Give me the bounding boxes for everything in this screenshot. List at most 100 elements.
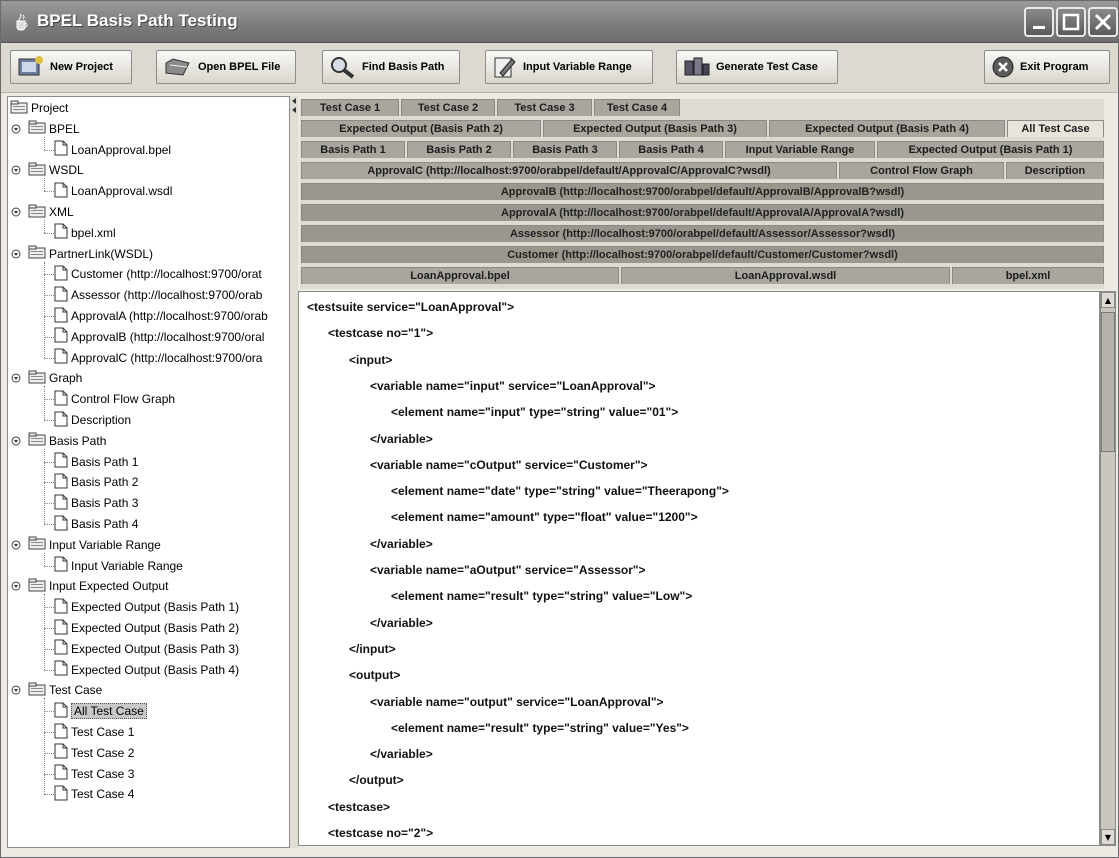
expand-toggle-icon[interactable] [11, 165, 21, 175]
tree-loanapproval-bpel[interactable]: LoanApproval.bpel [54, 140, 171, 160]
tree-expected-output-bp1[interactable]: Expected Output (Basis Path 1) [54, 597, 239, 617]
tree-project[interactable]: Project [10, 98, 68, 118]
tab-row-1: Test Case 1 Test Case 2 Test Case 3 Test… [300, 99, 1104, 116]
tree-input-variable-range-group[interactable]: Input Variable Range [28, 535, 161, 555]
tree-pl-approvalc[interactable]: ApprovalC (http://localhost:9700/ora [54, 348, 262, 368]
scroll-up-arrow[interactable]: ▲ [1101, 292, 1115, 308]
exit-program-button[interactable]: Exit Program [984, 50, 1110, 84]
tree-test-case[interactable]: Test Case [28, 680, 102, 700]
tree-test-case-2[interactable]: Test Case 2 [54, 743, 134, 763]
tab-basis-path-4[interactable]: Basis Path 4 [619, 141, 723, 158]
xml-line: <testcase> [328, 799, 391, 814]
file-icon [54, 639, 68, 658]
tab-expected-output-bp1[interactable]: Expected Output (Basis Path 1) [877, 141, 1104, 158]
tree-node-label: XML [49, 205, 74, 219]
tree-node-label: bpel.xml [71, 225, 116, 240]
tree-xml[interactable]: XML [28, 202, 74, 222]
tree-input-variable-range[interactable]: Input Variable Range [54, 556, 183, 576]
tree-input-expected-output[interactable]: Input Expected Output [28, 576, 168, 596]
tab-basis-path-2[interactable]: Basis Path 2 [407, 141, 511, 158]
close-button[interactable] [1088, 7, 1118, 37]
tree-basis-path-4[interactable]: Basis Path 4 [54, 514, 138, 534]
tab-approvalc-wsdl[interactable]: ApprovalC (http://localhost:9700/orabpel… [301, 162, 837, 179]
tree-partnerlink[interactable]: PartnerLink(WSDL) [28, 244, 153, 264]
tree-expected-output-bp3[interactable]: Expected Output (Basis Path 3) [54, 639, 239, 659]
tab-test-case-1[interactable]: Test Case 1 [301, 99, 399, 116]
xml-line: <element name="input" type="string" valu… [391, 405, 679, 420]
tab-test-case-2[interactable]: Test Case 2 [401, 99, 495, 116]
tree-test-case-4[interactable]: Test Case 4 [54, 784, 134, 804]
tree-node-label: Expected Output (Basis Path 1) [71, 600, 240, 615]
tree-description[interactable]: Description [54, 410, 131, 430]
tree-basis-path-1[interactable]: Basis Path 1 [54, 452, 138, 472]
expand-toggle-icon[interactable] [11, 540, 21, 550]
file-icon [54, 327, 68, 346]
tree-expected-output-bp2[interactable]: Expected Output (Basis Path 2) [54, 618, 239, 638]
tab-approvalb-wsdl[interactable]: ApprovalB (http://localhost:9700/orabpel… [301, 183, 1104, 200]
tab-control-flow-graph[interactable]: Control Flow Graph [839, 162, 1004, 179]
title-bar[interactable]: BPEL Basis Path Testing [1, 1, 1118, 43]
expand-toggle-icon[interactable] [11, 249, 21, 259]
tree-bpel[interactable]: BPEL [28, 119, 80, 139]
scroll-thumb[interactable] [1101, 312, 1115, 452]
tab-customer-wsdl[interactable]: Customer (http://localhost:9700/orabpel/… [301, 246, 1104, 263]
file-icon [54, 286, 68, 305]
tree-node-label: Input Variable Range [71, 558, 183, 573]
tab-basis-path-1[interactable]: Basis Path 1 [301, 141, 405, 158]
tree-basis-path-3[interactable]: Basis Path 3 [54, 493, 138, 513]
tab-expected-output-bp3[interactable]: Expected Output (Basis Path 3) [543, 120, 767, 137]
tab-test-case-3[interactable]: Test Case 3 [497, 99, 592, 116]
minimize-button[interactable] [1024, 7, 1054, 37]
maximize-button[interactable] [1056, 7, 1086, 37]
expand-toggle-icon[interactable] [11, 581, 21, 591]
tree-control-flow-graph[interactable]: Control Flow Graph [54, 389, 175, 409]
tab-expected-output-bp2[interactable]: Expected Output (Basis Path 2) [301, 120, 541, 137]
tree-loanapproval-wsdl[interactable]: LoanApproval.wsdl [54, 181, 172, 201]
tab-assessor-wsdl[interactable]: Assessor (http://localhost:9700/orabpel/… [301, 225, 1104, 242]
tree-expected-output-bp4[interactable]: Expected Output (Basis Path 4) [54, 660, 239, 680]
tree-bpel-xml[interactable]: bpel.xml [54, 223, 116, 243]
scroll-down-arrow[interactable]: ▼ [1101, 829, 1115, 845]
tab-all-test-case[interactable]: All Test Case [1007, 120, 1104, 137]
tab-test-case-4[interactable]: Test Case 4 [594, 99, 680, 116]
tab-description[interactable]: Description [1006, 162, 1104, 179]
tab-approvala-wsdl[interactable]: ApprovalA (http://localhost:9700/orabpel… [301, 204, 1104, 221]
vertical-scrollbar[interactable]: ▲ ▼ [1100, 291, 1116, 846]
tree-wsdl[interactable]: WSDL [28, 160, 84, 180]
new-project-button[interactable]: New Project [10, 50, 132, 84]
tree-graph[interactable]: Graph [28, 368, 82, 388]
xml-text-area[interactable]: <testsuite service="LoanApproval"> <testc… [298, 291, 1100, 846]
tree-pl-customer[interactable]: Customer (http://localhost:9700/orat [54, 264, 262, 284]
tree-pl-assessor[interactable]: Assessor (http://localhost:9700/orab [54, 285, 262, 305]
tab-expected-output-bp4[interactable]: Expected Output (Basis Path 4) [769, 120, 1005, 137]
tree-connector [44, 399, 54, 401]
expand-toggle-icon[interactable] [11, 207, 21, 217]
find-basis-path-button[interactable]: Find Basis Path [322, 50, 460, 84]
split-pane-divider[interactable] [290, 96, 298, 848]
open-bpel-button[interactable]: Open BPEL File [156, 50, 296, 84]
tree-all-test-case[interactable]: All Test Case [54, 701, 147, 721]
tab-loanapproval-wsdl[interactable]: LoanApproval.wsdl [621, 267, 950, 284]
tree-basis-path-2[interactable]: Basis Path 2 [54, 472, 138, 492]
tree-pl-approvala[interactable]: ApprovalA (http://localhost:9700/orab [54, 306, 268, 326]
tree-connector [44, 336, 54, 338]
tab-loanapproval-bpel[interactable]: LoanApproval.bpel [301, 267, 619, 284]
expand-toggle-icon[interactable] [11, 436, 21, 446]
generate-test-case-button[interactable]: Generate Test Case [676, 50, 838, 84]
tab-basis-path-3[interactable]: Basis Path 3 [513, 141, 617, 158]
tree-basis-path[interactable]: Basis Path [28, 431, 106, 451]
project-tree[interactable]: Project BPEL LoanApproval.bpel WSDL LoanAppr… [7, 96, 290, 848]
expand-toggle-icon[interactable] [11, 685, 21, 695]
input-variable-range-button[interactable]: Input Variable Range [485, 50, 653, 84]
tree-test-case-1[interactable]: Test Case 1 [54, 722, 134, 742]
expand-toggle-icon[interactable] [11, 373, 21, 383]
tab-bpel-xml[interactable]: bpel.xml [952, 267, 1104, 284]
tree-connector [44, 261, 45, 358]
edit-document-icon [494, 57, 516, 78]
folder-icon [28, 432, 46, 449]
tab-input-variable-range[interactable]: Input Variable Range [725, 141, 875, 158]
folder-icon [28, 370, 46, 387]
tree-test-case-3[interactable]: Test Case 3 [54, 764, 134, 784]
tree-pl-approvalb[interactable]: ApprovalB (http://localhost:9700/oral [54, 327, 264, 347]
expand-toggle-icon[interactable] [11, 124, 21, 134]
